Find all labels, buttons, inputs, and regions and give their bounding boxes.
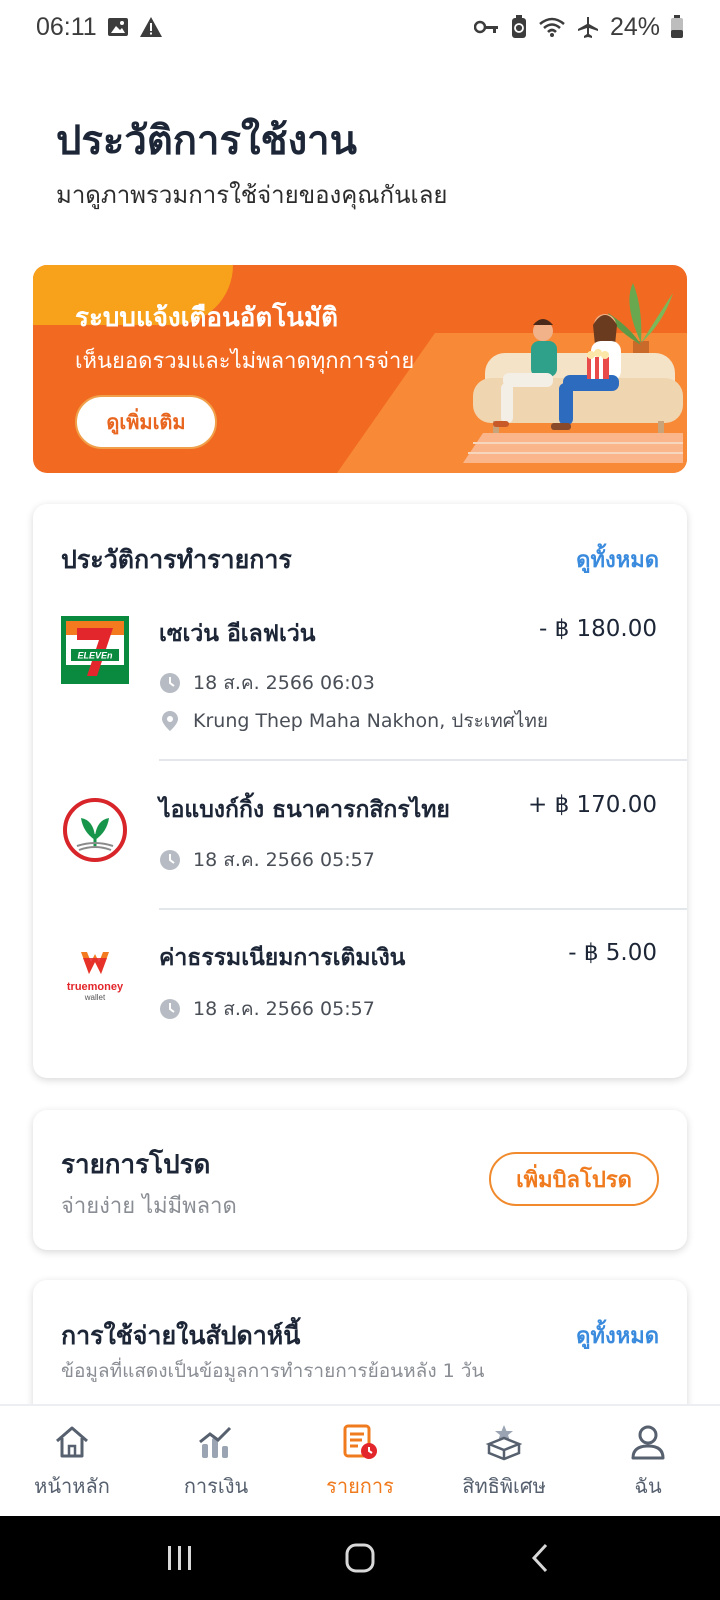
weekly-spending-title: การใช้จ่ายในสัปดาห์นี้ <box>61 1321 301 1350</box>
status-bar-left: 06:11 <box>36 13 163 42</box>
nav-item-label: การเงิน <box>183 1474 249 1498</box>
transaction-datetime-row: 18 ส.ค. 2566 05:57 <box>159 994 375 1024</box>
nav-item-profile[interactable]: ฉัน <box>576 1406 720 1516</box>
transaction-amount: + ฿ 170.00 <box>527 792 657 818</box>
privileges-gift-icon <box>484 1422 524 1462</box>
transaction-row[interactable]: truemoney wallet ค่าธรรมเนียมการเติมเงิน… <box>33 940 687 1060</box>
banner-see-more-button[interactable]: ดูเพิ่มเติม <box>75 395 217 449</box>
favorites-card: รายการโปรด จ่ายง่าย ไม่มีพลาด เพิ่มบิลโป… <box>33 1110 687 1250</box>
svg-text:ELEVEn: ELEVEn <box>77 651 113 661</box>
notification-banner[interactable]: ระบบแจ้งเตือนอัตโนมัติ เห็นยอดรวมและไม่พ… <box>33 265 687 473</box>
home-button[interactable] <box>330 1528 390 1588</box>
nav-item-transactions[interactable]: รายการ <box>288 1406 432 1516</box>
transaction-history-title: ประวัติการทำรายการ <box>61 545 292 574</box>
battery-percent: 24% <box>609 12 660 41</box>
add-favorite-bill-button[interactable]: เพิ่มบิลโปรด <box>489 1152 659 1206</box>
weekly-spending-view-all-link[interactable]: ดูทั้งหมด <box>576 1318 659 1353</box>
transactions-icon <box>340 1422 380 1462</box>
transaction-amount: - ฿ 180.00 <box>538 616 657 642</box>
wifi-icon <box>538 16 566 38</box>
nav-item-finance[interactable]: การเงิน <box>144 1406 288 1516</box>
nav-item-label: รายการ <box>326 1474 394 1498</box>
transaction-amount: - ฿ 5.00 <box>568 940 657 966</box>
transaction-datetime-row: 18 ส.ค. 2566 06:03 <box>159 668 375 698</box>
recent-apps-button[interactable] <box>150 1528 210 1588</box>
kasikorn-bank-logo <box>61 796 129 864</box>
truemoney-logo-text: truemoney <box>67 981 124 993</box>
battery-saver-icon <box>510 15 528 39</box>
clock-icon <box>159 672 181 694</box>
transaction-datetime: 18 ส.ค. 2566 05:57 <box>193 998 375 1020</box>
banner-text: เห็นยอดรวมและไม่พลาดทุกการจ่าย <box>75 349 415 374</box>
divider <box>159 759 687 761</box>
transaction-history-view-all-link[interactable]: ดูทั้งหมด <box>576 542 659 577</box>
transaction-name: เซเว่น อีเลฟเว่น <box>159 621 316 647</box>
nav-item-label: หน้าหลัก <box>34 1474 110 1498</box>
couple-on-sofa-illustration <box>463 283 683 463</box>
airplane-icon <box>576 15 600 39</box>
weekly-spending-subtitle: ข้อมูลที่แสดงเป็นข้อมูลการทำรายการย้อนหล… <box>61 1360 485 1382</box>
transaction-location: Krung Thep Maha Nakhon, ประเทศไทย <box>193 710 549 732</box>
transaction-datetime: 18 ส.ค. 2566 05:57 <box>193 849 375 871</box>
finance-chart-icon <box>196 1422 236 1462</box>
status-bar-right: 24% <box>473 12 684 42</box>
nav-item-label: ฉัน <box>634 1474 662 1498</box>
truemoney-logo-subtext: wallet <box>84 993 106 1002</box>
status-bar: 06:11 24% <box>0 0 720 54</box>
favorites-title: รายการโปรด <box>61 1150 211 1180</box>
page-subtitle: มาดูภาพรวมการใช้จ่ายของคุณกันเลย <box>56 181 448 209</box>
transaction-row[interactable]: ELEVEn เซเว่น อีเลฟเว่น - ฿ 180.00 18 ส.… <box>33 608 687 784</box>
location-pin-icon <box>159 710 181 732</box>
transaction-datetime-row: 18 ส.ค. 2566 05:57 <box>159 845 375 875</box>
system-navigation-bar <box>0 1516 720 1600</box>
battery-icon <box>670 15 684 39</box>
home-icon <box>52 1422 92 1462</box>
back-button[interactable] <box>510 1528 570 1588</box>
favorites-subtitle: จ่ายง่าย ไม่มีพลาด <box>61 1194 237 1219</box>
transaction-location-row: Krung Thep Maha Nakhon, ประเทศไทย <box>159 706 548 736</box>
bottom-navigation: หน้าหลัก การเงิน รายการ สิทธิพิเศษ ฉัน <box>0 1404 720 1516</box>
seven-eleven-logo: ELEVEn <box>61 616 129 684</box>
truemoney-wallet-logo: truemoney wallet <box>61 944 129 1012</box>
nav-item-home[interactable]: หน้าหลัก <box>0 1406 144 1516</box>
nav-item-privileges[interactable]: สิทธิพิเศษ <box>432 1406 576 1516</box>
key-icon <box>473 19 500 35</box>
transaction-name: ไอแบงก์กิ้ง ธนาคารกสิกรไทย <box>159 797 450 823</box>
clock-icon <box>159 849 181 871</box>
transaction-row[interactable]: ไอแบงก์กิ้ง ธนาคารกสิกรไทย + ฿ 170.00 18… <box>33 790 687 910</box>
page-title: ประวัติการใช้งาน <box>56 118 357 164</box>
warning-icon <box>139 16 163 38</box>
transaction-datetime: 18 ส.ค. 2566 06:03 <box>193 672 375 694</box>
status-time: 06:11 <box>36 12 97 41</box>
nav-item-label: สิทธิพิเศษ <box>462 1474 546 1498</box>
banner-title: ระบบแจ้งเตือนอัตโนมัติ <box>75 303 339 333</box>
clock-icon <box>159 998 181 1020</box>
profile-icon <box>628 1422 668 1462</box>
transaction-name: ค่าธรรมเนียมการเติมเงิน <box>159 945 406 971</box>
image-icon <box>107 16 129 38</box>
transaction-history-card: ประวัติการทำรายการ ดูทั้งหมด ELEVEn เซเว… <box>33 504 687 1078</box>
divider <box>159 908 687 910</box>
